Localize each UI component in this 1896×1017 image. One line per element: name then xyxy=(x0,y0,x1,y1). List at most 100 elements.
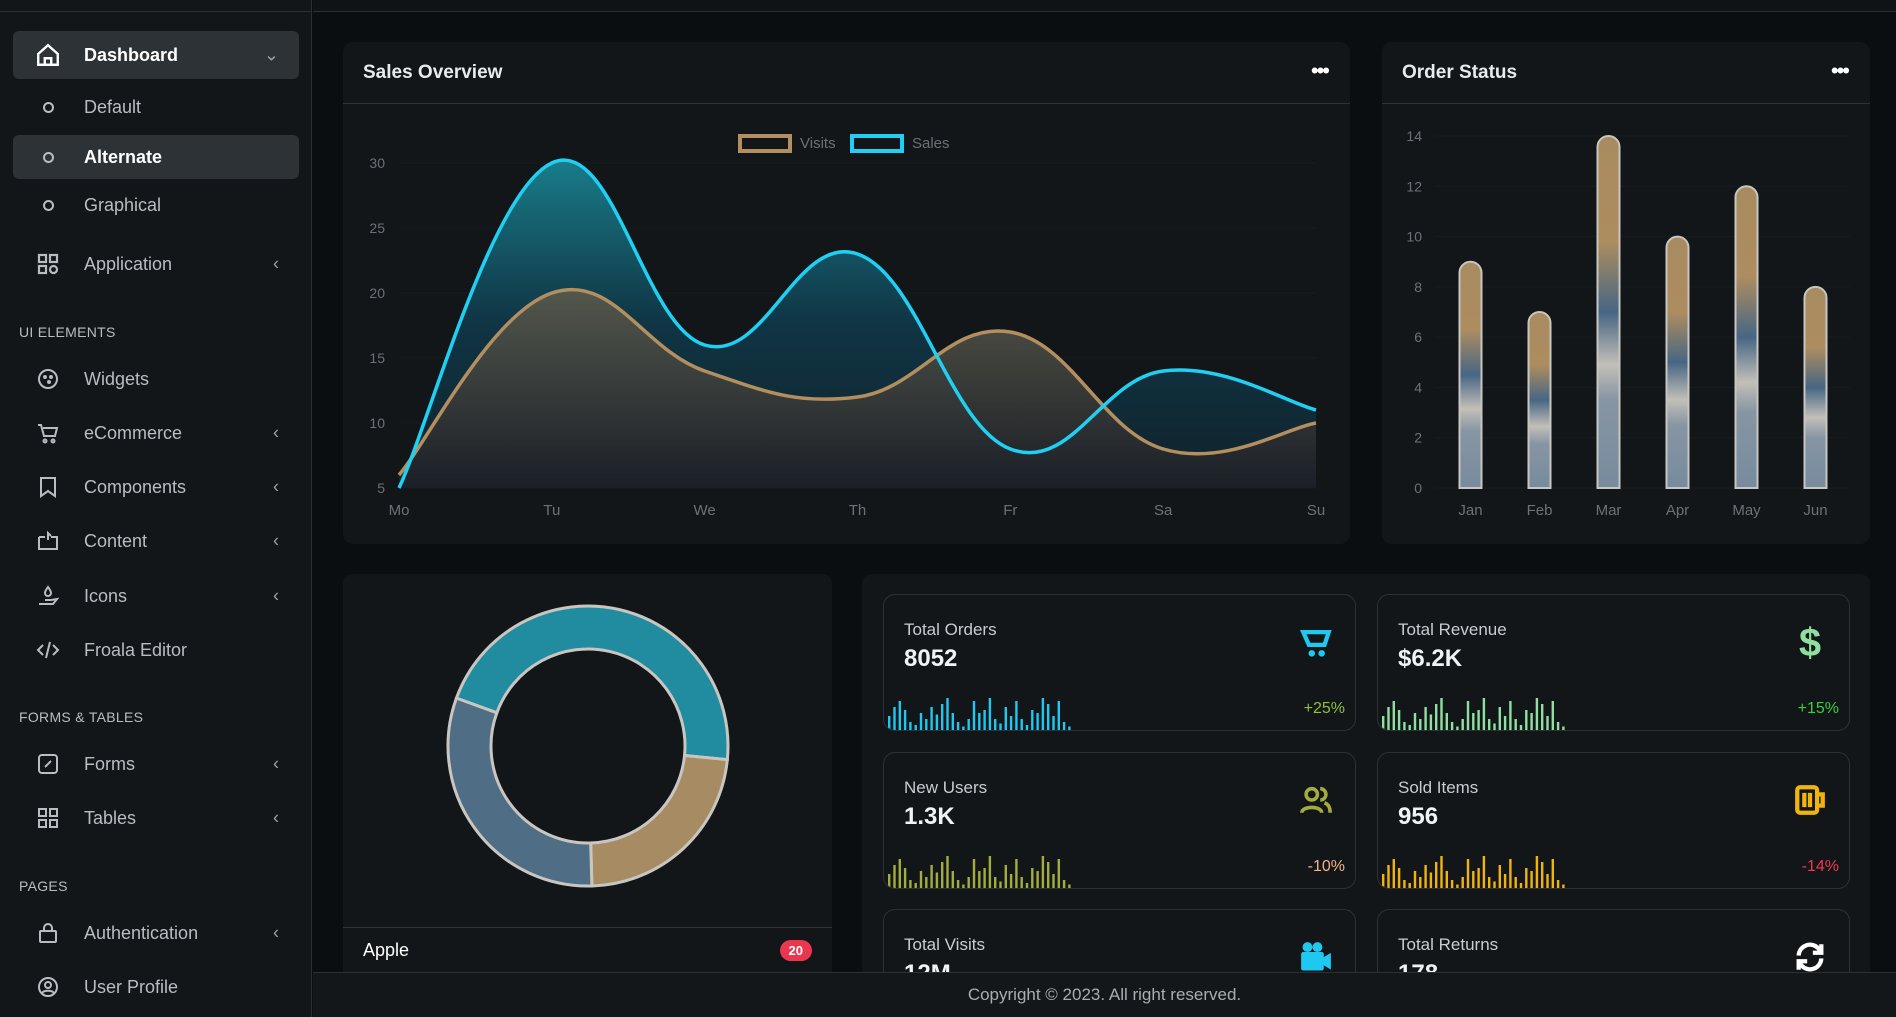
sidebar-item-application[interactable]: Application ‹ xyxy=(13,240,299,288)
sparkline-bar xyxy=(946,698,949,730)
sparkline-bar xyxy=(1031,710,1034,730)
circle-icon xyxy=(43,101,54,113)
sparkline-bar xyxy=(930,865,933,888)
sidebar-item-ecommerce[interactable]: eCommerce ‹ xyxy=(13,409,299,457)
sparkline-bar xyxy=(1456,884,1459,888)
order-status-card: Order Status ••• xyxy=(1382,42,1870,544)
stat-value: 8052 xyxy=(904,645,958,672)
sparkline-bar xyxy=(1503,874,1507,888)
sparkline-bar xyxy=(967,877,970,888)
chevron-left-icon: ‹ xyxy=(273,476,279,497)
sparkline-bar xyxy=(1440,856,1443,888)
stat-card-total-revenue: Total Revenue $6.2K $ +15% xyxy=(1377,594,1850,731)
sparkline-bar xyxy=(1041,856,1045,888)
stat-change: -10% xyxy=(1307,858,1345,875)
sidebar-item-label: Forms xyxy=(84,753,135,774)
sparkline-bar xyxy=(1397,868,1401,888)
sidebar-item-label: Icons xyxy=(84,585,128,606)
card-title: Sales Overview xyxy=(363,62,503,83)
sparkline-bar xyxy=(1562,884,1565,888)
chevron-left-icon: ‹ xyxy=(273,753,279,774)
sidebar-subitem-graphical[interactable]: Graphical xyxy=(13,183,299,227)
sparkline xyxy=(1382,698,1565,730)
sparkline-bar xyxy=(1429,714,1433,730)
sidebar-item-authentication[interactable]: Authentication ‹ xyxy=(13,909,299,957)
sidebar-item-dashboard[interactable]: Dashboard ⌄ xyxy=(13,31,299,79)
sparkline-bar xyxy=(1514,877,1517,888)
stat-value: 178 xyxy=(1398,960,1438,972)
divider xyxy=(343,103,1350,104)
stat-value: 12M xyxy=(904,960,951,972)
sparkline-bar xyxy=(1461,719,1464,730)
sparkline-bar xyxy=(1556,722,1560,730)
sparkline-bar xyxy=(1068,884,1071,888)
sparkline-bar xyxy=(1424,865,1427,888)
sparkline-bar xyxy=(1382,716,1385,730)
sidebar-item-label: Authentication xyxy=(84,922,199,943)
sparkline-bar xyxy=(925,877,928,888)
more-options-icon[interactable]: ••• xyxy=(1311,58,1330,84)
sparkline-bar xyxy=(1403,722,1406,730)
chevron-left-icon: ‹ xyxy=(273,422,279,443)
sparkline-bar xyxy=(1546,874,1549,888)
sparkline-bar xyxy=(925,719,928,730)
sidebar-item-label: User Profile xyxy=(84,976,179,997)
sparkline-bar xyxy=(1509,701,1512,730)
sidebar-item-forms[interactable]: Forms ‹ xyxy=(13,740,299,788)
sparkline-bar xyxy=(1445,871,1448,888)
stat-card-total-visits: Total Visits 12M xyxy=(883,909,1356,972)
sparkline-bar xyxy=(956,722,960,730)
stat-card-new-users: New Users 1.3K -10% xyxy=(883,752,1356,889)
sidebar-item-content[interactable]: Content ‹ xyxy=(13,517,299,565)
sparkline-bar xyxy=(1047,862,1050,888)
sidebar-item-label: Default xyxy=(84,96,142,117)
sparkline-bar xyxy=(1509,859,1512,888)
sparkline-bar xyxy=(1551,859,1554,888)
sparkline-bar xyxy=(1472,713,1475,730)
home-icon xyxy=(35,42,61,68)
sparkline-bar xyxy=(999,881,1002,888)
chevron-down-icon: ⌄ xyxy=(263,44,279,65)
sidebar-item-user-profile[interactable]: User Profile xyxy=(13,963,299,1011)
list-item-label[interactable]: Apple xyxy=(363,940,409,961)
sparkline-bar xyxy=(1535,698,1539,730)
sidebar-item-icons[interactable]: Icons ‹ xyxy=(13,572,299,620)
sidebar-subitem-default[interactable]: Default xyxy=(13,85,299,129)
sidebar-item-components[interactable]: Components ‹ xyxy=(13,463,299,511)
stat-title: Sold Items xyxy=(1398,778,1479,797)
sidebar-item-froala-editor[interactable]: Froala Editor xyxy=(13,626,299,674)
sparkline-bar xyxy=(1556,880,1560,888)
sparkline-bar xyxy=(946,856,949,888)
sparkline-bar xyxy=(1450,722,1454,730)
sidebar-item-label: Dashboard xyxy=(84,44,179,65)
sparkline-bar xyxy=(914,883,917,888)
sidebar-item-label: Content xyxy=(84,530,148,551)
sparkline-bar xyxy=(978,713,981,730)
sidebar-item-tables[interactable]: Tables ‹ xyxy=(13,794,299,842)
sparkline-bar xyxy=(1036,713,1039,730)
sparkline-bar xyxy=(1413,871,1417,888)
sidebar-item-label: Froala Editor xyxy=(84,639,188,660)
sparkline xyxy=(1382,856,1565,888)
sparkline-bar xyxy=(941,862,944,888)
refresh-icon xyxy=(1796,942,1824,972)
sidebar-subitem-alternate[interactable]: Alternate xyxy=(13,135,299,179)
grid-icon xyxy=(35,251,61,277)
sparkline-bar xyxy=(962,884,965,888)
sparkline-bar xyxy=(903,868,907,888)
count-badge: 20 xyxy=(779,940,812,961)
sparkline-bar xyxy=(919,713,923,730)
stat-card-total-orders: Total Orders 8052 +25% xyxy=(883,594,1356,731)
divider xyxy=(343,927,832,928)
sparkline-bar xyxy=(983,868,986,888)
sidebar-item-label: Application xyxy=(84,253,173,274)
sparkline-bar xyxy=(888,716,891,730)
sparkline-bar xyxy=(935,872,939,888)
sidebar-item-label: Tables xyxy=(84,807,137,828)
sparkline-bar xyxy=(1025,725,1029,730)
sparkline-bar xyxy=(972,701,976,730)
sparkline-bar xyxy=(1041,698,1045,730)
more-options-icon[interactable]: ••• xyxy=(1831,58,1850,84)
sparkline-bar xyxy=(999,723,1002,730)
sidebar-item-widgets[interactable]: Widgets xyxy=(13,355,299,403)
